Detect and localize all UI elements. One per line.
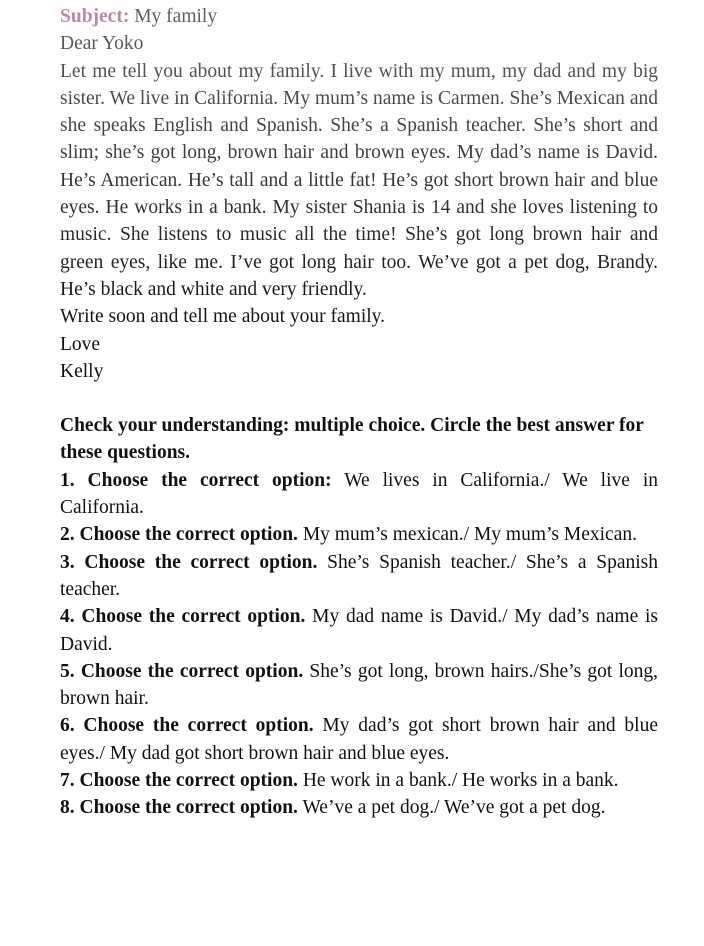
question-stem: 8. Choose the correct option.: [60, 797, 298, 819]
question-options[interactable]: He work in a bank./ He works in a bank.: [298, 770, 619, 791]
letter-body: Let me tell you about my family. I live …: [60, 60, 658, 300]
question-item-5: 5. Choose the correct option. She’s got …: [60, 658, 658, 713]
question-item-8: 8. Choose the correct option. We’ve a pe…: [60, 794, 658, 821]
question-item-6: 6. Choose the correct option. My dad’s g…: [60, 712, 658, 767]
document-content: Subject: My family Dear Yoko Let me tell…: [60, 0, 658, 822]
question-stem: 4. Choose the correct option.: [60, 606, 306, 628]
question-stem: 5. Choose the correct option.: [60, 660, 304, 682]
letter-signoff: Love: [60, 333, 101, 355]
exercise-heading: Check your understanding: multiple choic…: [60, 415, 644, 464]
subject-label: Subject:: [60, 6, 130, 27]
question-stem: 2. Choose the correct option.: [60, 524, 298, 546]
letter-salutation: Dear Yoko: [60, 33, 144, 55]
question-options[interactable]: We’ve a pet dog./ We’ve got a pet dog.: [298, 797, 605, 818]
question-stem: 6. Choose the correct option.: [60, 715, 314, 737]
subject-value-text: My family: [134, 6, 218, 27]
question-item-2: 2. Choose the correct option. My mum’s m…: [60, 521, 658, 548]
question-stem: 7. Choose the correct option.: [60, 770, 298, 792]
question-stem: 1. Choose the correct option:: [60, 469, 332, 491]
letter-closing-request: Write soon and tell me about your family…: [60, 306, 386, 328]
subject-line: Subject: My family: [60, 0, 658, 30]
question-options[interactable]: My mum’s mexican./ My mum’s Mexican.: [298, 524, 637, 545]
question-stem: 3. Choose the correct option.: [60, 551, 318, 573]
question-item-4: 4. Choose the correct option. My dad nam…: [60, 603, 658, 658]
question-item-1: 1. Choose the correct option: We lives i…: [60, 467, 658, 522]
question-item-3: 3. Choose the correct option. She’s Span…: [60, 549, 658, 604]
subject-value: My family: [129, 6, 217, 27]
letter-signature: Kelly: [60, 360, 104, 382]
question-item-7: 7. Choose the correct option. He work in…: [60, 767, 658, 794]
worksheet-page: Subject: My family Dear Yoko Let me tell…: [0, 0, 704, 946]
